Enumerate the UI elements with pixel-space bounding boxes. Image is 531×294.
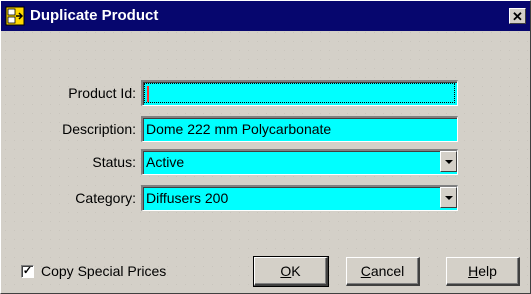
app-icon bbox=[5, 6, 25, 26]
copy-special-prices-label: Copy Special Prices bbox=[41, 263, 167, 279]
ok-button[interactable]: OK bbox=[253, 256, 329, 287]
description-value: Dome 222 mm Polycarbonate bbox=[146, 121, 332, 137]
window-title: Duplicate Product bbox=[30, 7, 159, 24]
ok-mnemonic: O bbox=[280, 263, 292, 279]
help-label-rest: elp bbox=[478, 263, 497, 279]
status-dropdown-button[interactable] bbox=[440, 151, 457, 172]
cancel-button[interactable]: Cancel bbox=[346, 257, 420, 286]
cancel-mnemonic: C bbox=[360, 263, 371, 279]
title-bar[interactable]: Duplicate Product ✕ bbox=[1, 1, 530, 31]
category-value: Diffusers 200 bbox=[146, 190, 229, 206]
copy-special-prices-option[interactable]: ✓ Copy Special Prices bbox=[21, 263, 166, 279]
status-select[interactable]: Active bbox=[141, 149, 458, 175]
copy-special-prices-checkbox[interactable]: ✓ bbox=[21, 264, 34, 278]
ok-label-rest: K bbox=[291, 263, 301, 279]
status-row: Status: Active bbox=[1, 149, 531, 175]
description-row: Description: Dome 222 mm Polycarbonate bbox=[1, 116, 531, 142]
category-label: Category: bbox=[75, 190, 136, 206]
help-mnemonic: H bbox=[468, 263, 479, 279]
chevron-down-icon bbox=[444, 195, 453, 200]
status-value: Active bbox=[146, 154, 185, 170]
product-id-label: Product Id: bbox=[68, 85, 136, 101]
close-button[interactable]: ✕ bbox=[509, 8, 526, 24]
help-button[interactable]: Help bbox=[446, 257, 520, 286]
chevron-down-icon bbox=[444, 159, 453, 164]
description-label: Description: bbox=[62, 121, 136, 137]
checkmark-icon: ✓ bbox=[22, 264, 33, 277]
product-id-row: Product Id: bbox=[1, 80, 531, 106]
cancel-label-rest: ancel bbox=[370, 263, 405, 279]
description-input[interactable]: Dome 222 mm Polycarbonate bbox=[141, 116, 458, 142]
close-icon: ✕ bbox=[512, 8, 523, 24]
category-row: Category: Diffusers 200 bbox=[1, 185, 531, 211]
product-id-input[interactable] bbox=[141, 80, 458, 106]
category-select[interactable]: Diffusers 200 bbox=[141, 185, 458, 211]
duplicate-product-dialog: Duplicate Product ✕ Product Id: Descript… bbox=[0, 0, 531, 294]
category-dropdown-button[interactable] bbox=[440, 187, 457, 208]
text-caret bbox=[147, 86, 149, 103]
status-label: Status: bbox=[92, 154, 136, 170]
